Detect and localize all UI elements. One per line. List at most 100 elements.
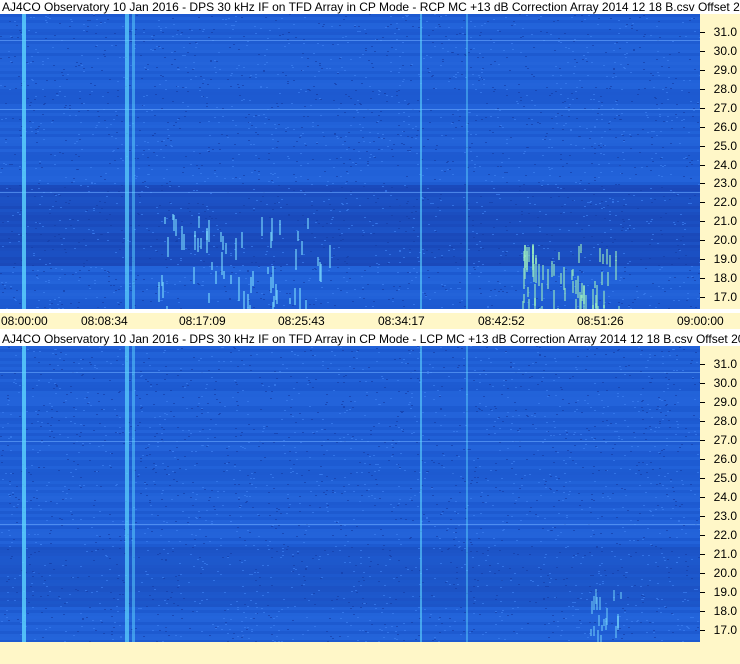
noise-speck — [278, 202, 280, 203]
noise-speck — [568, 403, 570, 404]
noise-speck — [662, 419, 664, 420]
noise-speck — [186, 408, 188, 409]
noise-speck — [526, 514, 528, 515]
noise-speck — [535, 90, 537, 91]
noise-speck — [77, 169, 79, 170]
noise-speck — [51, 406, 53, 407]
noise-speck — [473, 603, 475, 604]
noise-speck — [381, 138, 383, 139]
noise-speck — [440, 117, 442, 118]
noise-speck — [14, 379, 16, 380]
noise-speck — [391, 187, 393, 188]
noise-speck — [395, 519, 397, 520]
noise-speck — [672, 41, 674, 42]
noise-speck — [592, 473, 594, 474]
noise-speck — [205, 536, 207, 537]
noise-speck — [490, 64, 492, 65]
noise-speck — [288, 215, 290, 216]
noise-speck — [666, 488, 668, 489]
noise-speck — [153, 152, 155, 153]
noise-speck — [398, 503, 400, 504]
noise-speck — [342, 37, 344, 38]
noise-speck — [620, 369, 622, 370]
noise-speck — [302, 133, 304, 134]
noise-speck — [391, 47, 393, 48]
noise-speck — [332, 638, 334, 639]
noise-speck — [167, 122, 169, 123]
noise-speck — [102, 445, 104, 446]
noise-speck — [363, 232, 365, 233]
noise-speck — [167, 138, 169, 139]
noise-speck — [42, 114, 44, 115]
noise-speck — [387, 632, 389, 633]
noise-speck — [196, 518, 198, 519]
noise-band — [0, 388, 700, 391]
noise-speck — [486, 347, 488, 348]
noise-speck — [650, 296, 652, 297]
noise-speck — [351, 438, 353, 439]
noise-speck — [369, 620, 371, 621]
noise-speck — [211, 32, 213, 33]
noise-speck — [460, 243, 462, 244]
noise-speck — [667, 116, 669, 117]
noise-speck — [672, 614, 674, 615]
burst — [317, 257, 319, 266]
noise-speck — [273, 625, 275, 626]
noise-speck — [349, 396, 351, 397]
noise-speck — [267, 592, 269, 593]
noise-speck — [600, 575, 602, 576]
noise-speck — [455, 537, 457, 538]
noise-speck — [390, 16, 392, 17]
noise-speck — [114, 409, 116, 410]
noise-speck — [461, 126, 463, 127]
noise-speck — [304, 143, 306, 144]
noise-speck — [287, 484, 289, 485]
noise-speck — [71, 21, 73, 22]
noise-speck — [463, 358, 465, 359]
noise-band — [0, 41, 700, 44]
noise-speck — [170, 145, 172, 146]
noise-band — [0, 236, 700, 239]
noise-speck — [150, 49, 152, 50]
noise-speck — [387, 146, 389, 147]
noise-speck — [69, 105, 71, 106]
noise-speck — [222, 116, 224, 117]
noise-speck — [446, 581, 448, 582]
noise-speck — [455, 501, 457, 502]
noise-speck — [232, 638, 234, 639]
noise-speck — [653, 87, 655, 88]
noise-speck — [336, 522, 338, 523]
noise-speck — [316, 143, 318, 144]
burst — [220, 232, 222, 242]
noise-speck — [436, 145, 438, 146]
noise-speck — [319, 98, 321, 99]
noise-speck — [362, 127, 364, 128]
noise-speck — [476, 233, 478, 234]
noise-speck — [110, 124, 112, 125]
noise-speck — [7, 398, 9, 399]
noise-speck — [378, 90, 380, 91]
noise-speck — [69, 26, 71, 27]
noise-speck — [80, 566, 82, 567]
noise-speck — [424, 392, 426, 393]
noise-speck — [587, 285, 589, 286]
noise-band — [0, 149, 700, 152]
noise-speck — [52, 120, 54, 121]
noise-speck — [672, 585, 674, 586]
noise-speck — [201, 96, 203, 97]
noise-speck — [242, 183, 244, 184]
noise-speck — [51, 409, 53, 410]
noise-speck — [80, 432, 82, 433]
noise-speck — [389, 254, 391, 255]
noise-speck — [188, 203, 190, 204]
noise-speck — [359, 57, 361, 58]
noise-speck — [661, 157, 663, 158]
noise-speck — [232, 166, 234, 167]
burst — [223, 271, 225, 279]
noise-speck — [119, 349, 121, 350]
noise-speck — [490, 290, 492, 291]
noise-speck — [268, 159, 270, 160]
burst — [527, 287, 529, 297]
noise-speck — [145, 448, 147, 449]
noise-speck — [8, 494, 10, 495]
